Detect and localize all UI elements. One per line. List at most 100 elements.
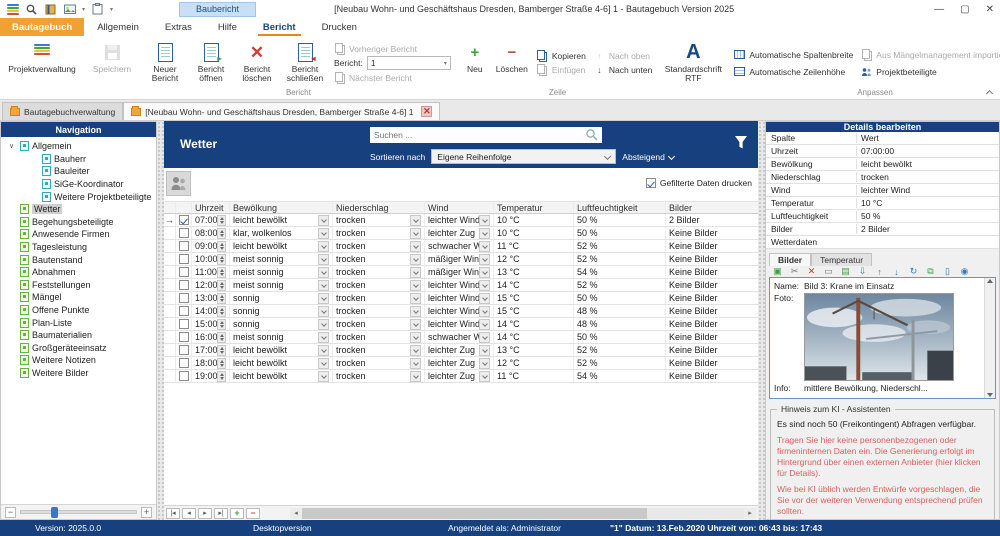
row-checkbox[interactable] — [176, 305, 192, 317]
niederschlag-cell[interactable]: trocken — [333, 279, 425, 291]
details-field-value[interactable]: leichter Wind — [856, 185, 999, 195]
bericht-nummer-combo[interactable]: 1▾ — [367, 56, 451, 70]
spin-up-icon[interactable] — [220, 321, 224, 324]
bewoelkung-cell[interactable]: sonnig — [230, 305, 333, 317]
bilder-cell[interactable]: Keine Bilder — [666, 253, 758, 265]
aus-maengelmanagement-button[interactable]: Aus Mängelmanagement importieren — [861, 49, 1000, 60]
zoom-slider-thumb[interactable] — [51, 507, 58, 518]
time-cell[interactable]: 13:00 — [192, 292, 230, 304]
table-row[interactable]: 10:00meist sonnigtrockenmäßiger Wind12 °… — [164, 253, 758, 266]
nav-item-begehungsbeteiligte[interactable]: Begehungsbeteiligte — [1, 216, 156, 229]
dropdown-button[interactable] — [410, 254, 421, 265]
auto-zeilenhoehe-button[interactable]: Automatische Zeilenhöhe — [734, 66, 853, 77]
niederschlag-cell[interactable]: trocken — [333, 370, 425, 382]
luftfeuchtigkeit-cell[interactable]: 50 % — [574, 292, 666, 304]
search-box[interactable] — [370, 127, 602, 143]
dropdown-button[interactable] — [410, 267, 421, 278]
dropdown-button[interactable] — [479, 280, 490, 291]
zeile-loeschen-button[interactable]: − Löschen — [491, 38, 533, 88]
temperatur-cell[interactable]: 12 °C — [494, 253, 574, 265]
dropdown-button[interactable] — [410, 280, 421, 291]
bewoelkung-cell[interactable]: leicht bewölkt — [230, 370, 333, 382]
add-record-button[interactable]: + — [230, 508, 244, 519]
time-cell[interactable]: 12:00 — [192, 279, 230, 291]
prev-record-button[interactable]: ◂ — [182, 508, 196, 519]
time-cell[interactable]: 11:00 — [192, 266, 230, 278]
niederschlag-cell[interactable]: trocken — [333, 305, 425, 317]
wind-cell[interactable]: mäßiger Wind — [425, 266, 494, 278]
column-header-uhrzeit[interactable]: Uhrzeit — [192, 202, 230, 213]
spin-up-icon[interactable] — [220, 308, 224, 311]
delete-record-button[interactable]: − — [246, 508, 260, 519]
spin-down-icon[interactable] — [220, 312, 224, 315]
spin-up-icon[interactable] — [220, 243, 224, 246]
niederschlag-cell[interactable]: trocken — [333, 266, 425, 278]
copy-icon[interactable]: ⧉ — [925, 266, 936, 277]
details-field-value[interactable]: 10 °C — [856, 198, 999, 208]
nav-item-weitere-notizen[interactable]: Weitere Notizen — [1, 354, 156, 367]
dropdown-button[interactable] — [318, 371, 329, 382]
name-value[interactable]: Bild 3: Krane im Einsatz — [804, 281, 894, 291]
dropdown-button[interactable] — [479, 293, 490, 304]
move-down-icon[interactable]: ↓ — [891, 267, 902, 277]
table-row[interactable]: 12:00meist sonnigtrockenleichter Wind14 … — [164, 279, 758, 292]
temperatur-cell[interactable]: 15 °C — [494, 305, 574, 317]
anchor-icon[interactable]: ⇩ — [857, 266, 868, 277]
bewoelkung-cell[interactable]: leicht bewölkt — [230, 344, 333, 356]
time-spinner[interactable] — [217, 371, 226, 382]
projektbeteiligte-button[interactable]: Projektbeteiligte — [861, 66, 1000, 77]
dropdown-button[interactable] — [479, 319, 490, 330]
luftfeuchtigkeit-cell[interactable]: 50 % — [574, 331, 666, 343]
wind-cell[interactable]: leichter Wind — [425, 305, 494, 317]
temperatur-cell[interactable]: 13 °C — [494, 266, 574, 278]
table-row[interactable]: 14:00sonnigtrockenleichter Wind15 °C48 %… — [164, 305, 758, 318]
vertical-scrollbar[interactable] — [984, 278, 995, 398]
niederschlag-cell[interactable]: trocken — [333, 253, 425, 265]
table-row[interactable]: →07:00leicht bewölkttrockenleichter Wind… — [164, 214, 758, 227]
temperatur-cell[interactable]: 14 °C — [494, 279, 574, 291]
spin-down-icon[interactable] — [220, 364, 224, 367]
spin-up-icon[interactable] — [220, 282, 224, 285]
bilder-cell[interactable]: Keine Bilder — [666, 227, 758, 239]
luftfeuchtigkeit-cell[interactable]: 52 % — [574, 357, 666, 369]
search-icon[interactable] — [25, 3, 38, 15]
bewoelkung-cell[interactable]: meist sonnig — [230, 253, 333, 265]
bewoelkung-cell[interactable]: leicht bewölkt — [230, 240, 333, 252]
bilder-cell[interactable]: Keine Bilder — [666, 331, 758, 343]
vorheriger-bericht-button[interactable]: Vorheriger Bericht — [334, 43, 451, 54]
table-row[interactable]: 15:00sonnigtrockenleichter Wind14 °C48 %… — [164, 318, 758, 331]
time-spinner[interactable] — [217, 267, 226, 278]
luftfeuchtigkeit-cell[interactable]: 54 % — [574, 266, 666, 278]
table-row[interactable]: 18:00leicht bewölkttrockenleichter Zug12… — [164, 357, 758, 370]
spin-up-icon[interactable] — [220, 295, 224, 298]
print-filtered-checkbox[interactable]: Gefilterte Daten drucken — [646, 178, 752, 188]
column-header-bilder[interactable]: Bilder — [666, 202, 758, 213]
column-header-luftfeuchtigkeit[interactable]: Luftfeuchtigkeit — [574, 202, 666, 213]
wind-cell[interactable]: leichter Zug — [425, 227, 494, 239]
info-value[interactable]: mittlere Bewölkung, Niederschl... — [804, 383, 928, 393]
luftfeuchtigkeit-cell[interactable]: 50 % — [574, 214, 666, 226]
time-spinner[interactable] — [217, 254, 226, 265]
bewoelkung-cell[interactable]: leicht bewölkt — [230, 214, 333, 226]
minimize-button[interactable]: — — [934, 4, 944, 15]
image-icon[interactable] — [63, 3, 76, 15]
niederschlag-cell[interactable]: trocken — [333, 357, 425, 369]
row-checkbox[interactable] — [176, 370, 192, 382]
spin-down-icon[interactable] — [220, 260, 224, 263]
dropdown-button[interactable] — [318, 332, 329, 343]
temperatur-cell[interactable]: 14 °C — [494, 331, 574, 343]
nav-item-sige-koordinator[interactable]: SiGe-Koordinator — [1, 178, 156, 191]
wind-cell[interactable]: leichter Zug — [425, 370, 494, 382]
details-row[interactable]: Bewölkungleicht bewölkt — [766, 158, 999, 171]
filter-icon[interactable] — [734, 135, 748, 150]
details-field-value[interactable]: 50 % — [856, 211, 999, 221]
dropdown-button[interactable] — [410, 306, 421, 317]
doc-tab-project[interactable]: [Neubau Wohn- und Geschäftshaus Dresden,… — [123, 102, 440, 120]
spin-up-icon[interactable] — [220, 347, 224, 350]
dropdown-button[interactable] — [318, 306, 329, 317]
bewoelkung-cell[interactable]: meist sonnig — [230, 279, 333, 291]
dropdown-button[interactable] — [479, 215, 490, 226]
dropdown-button[interactable] — [410, 345, 421, 356]
project-list-icon[interactable] — [6, 3, 19, 15]
bilder-cell[interactable]: Keine Bilder — [666, 344, 758, 356]
